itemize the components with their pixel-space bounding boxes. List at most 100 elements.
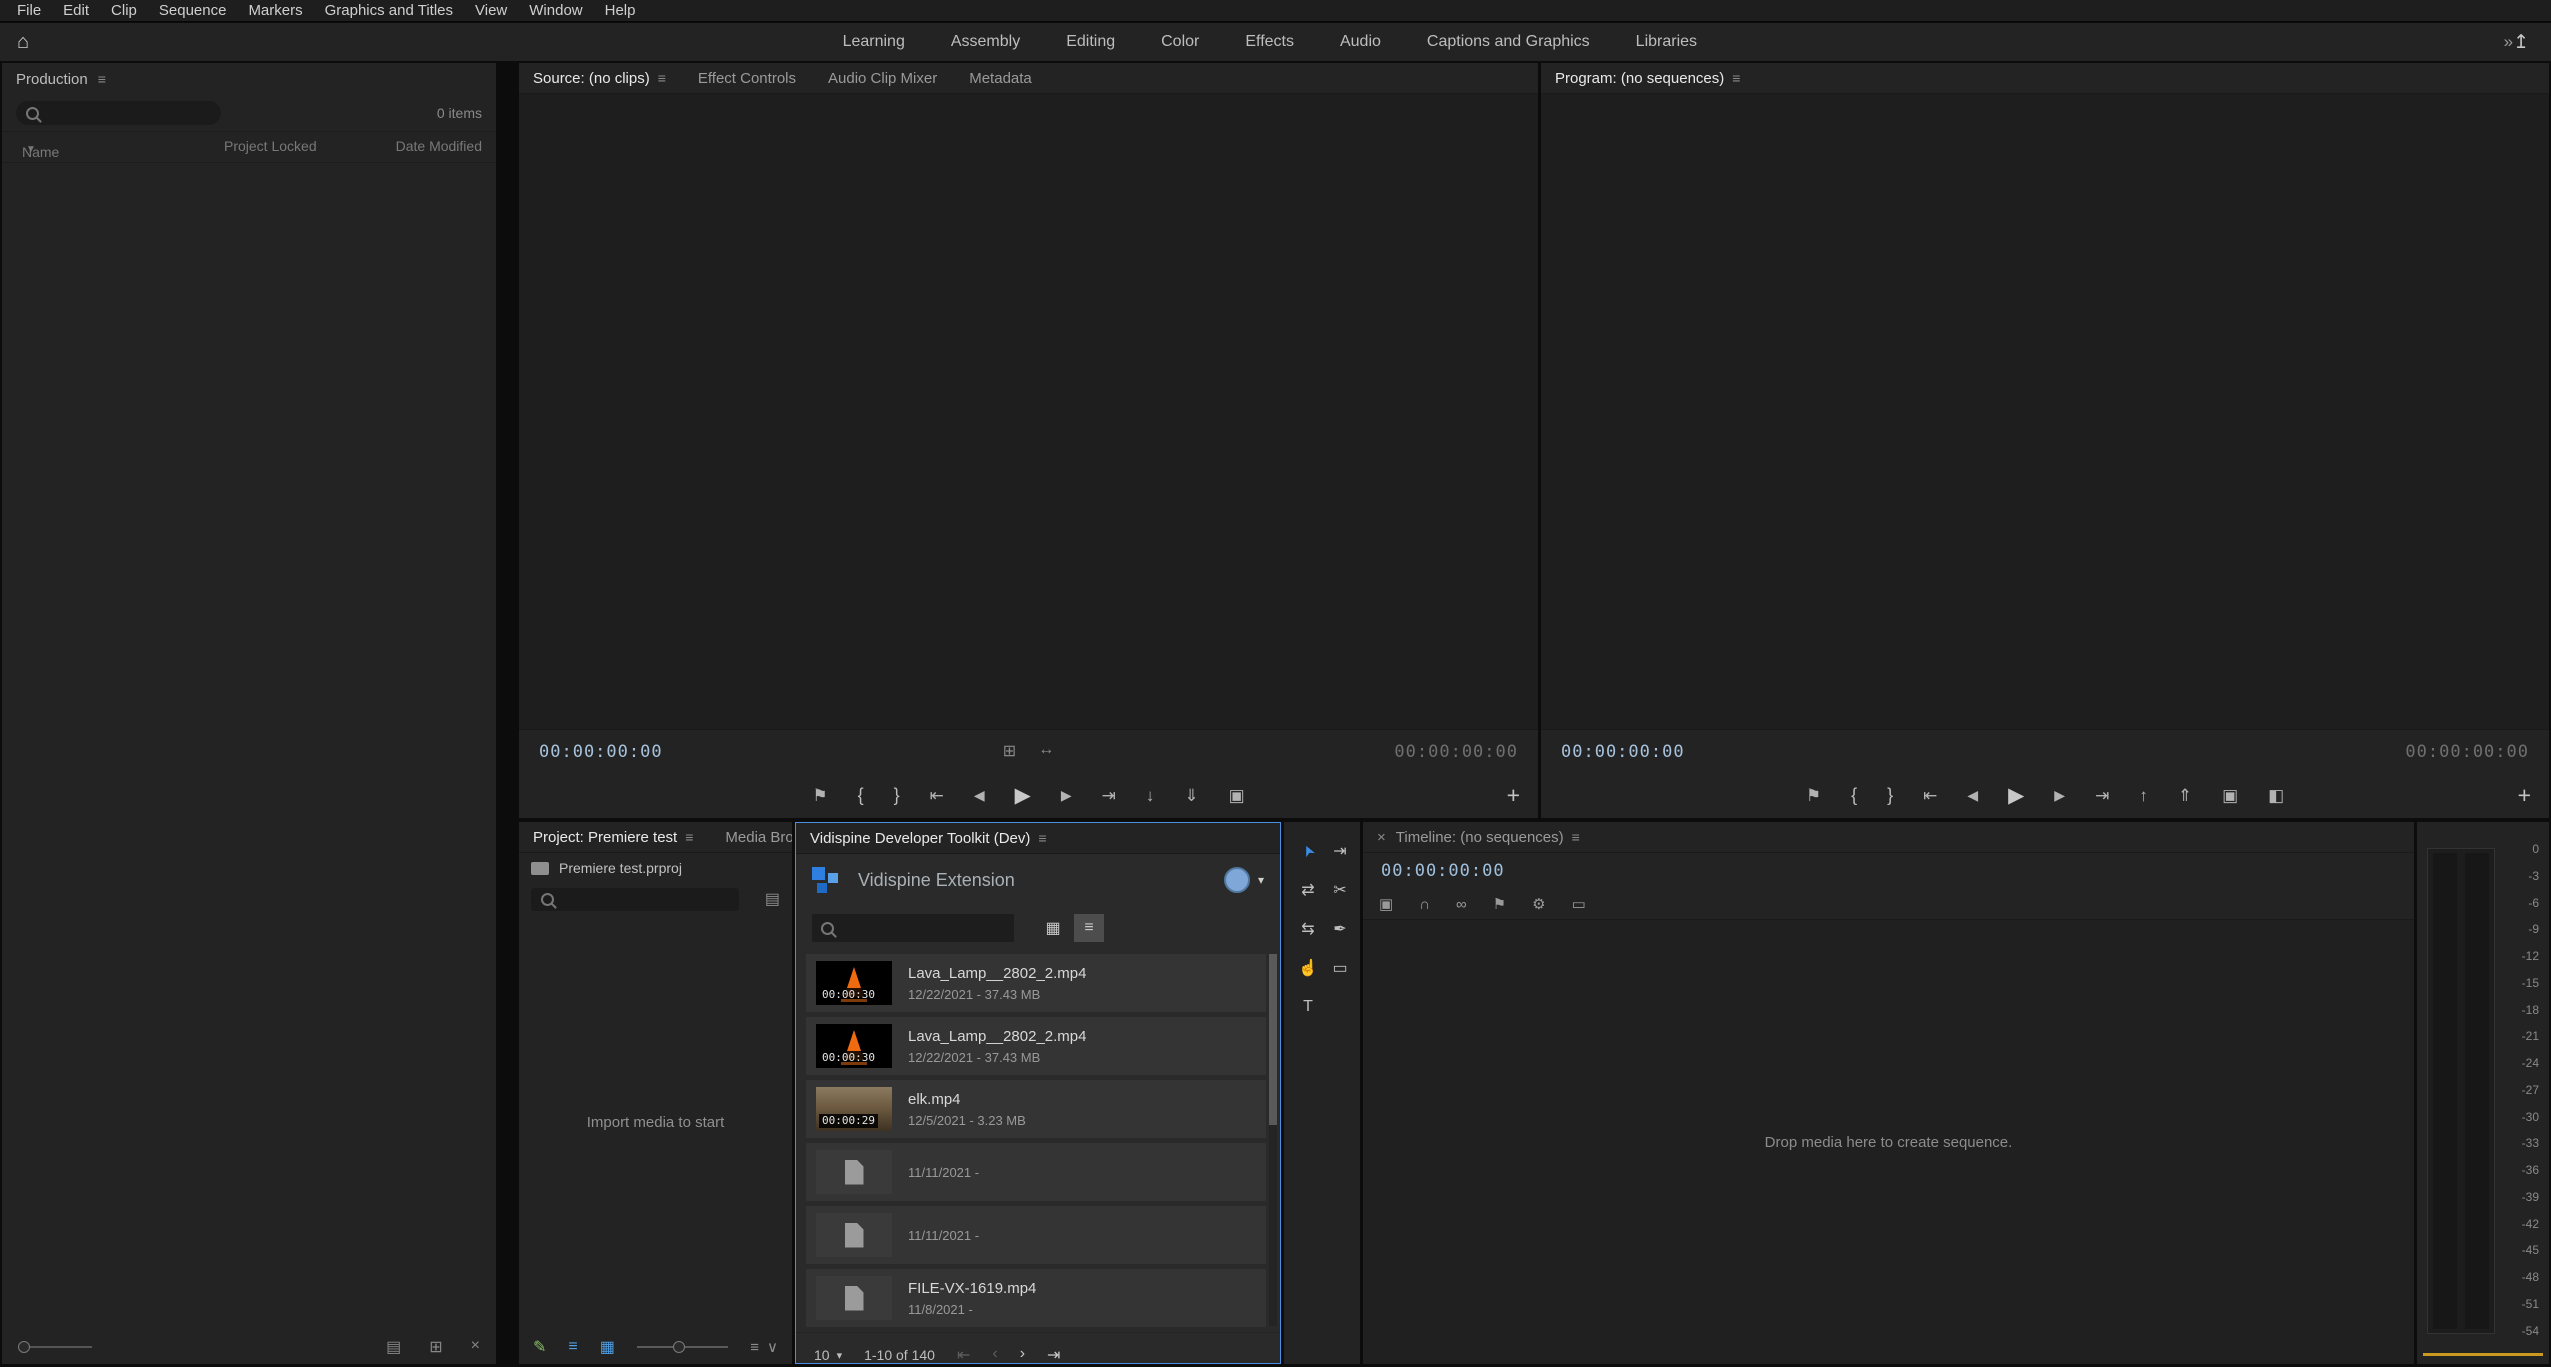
media-list-item[interactable]: 00:00:29 elk.mp4 12/5/2021 - 3.23 MB bbox=[806, 1080, 1266, 1138]
thumbnail-zoom-slider[interactable] bbox=[637, 1346, 728, 1348]
workspace-tab[interactable]: Audio bbox=[1340, 33, 1381, 51]
slip-tool[interactable]: ⇆ bbox=[1294, 918, 1322, 940]
media-list-item[interactable]: 00:00:30 Lava_Lamp__2802_2.mp4 12/22/202… bbox=[806, 954, 1266, 1012]
close-icon[interactable]: × bbox=[1377, 829, 1386, 846]
timeline-timecode[interactable]: 00:00:00:00 bbox=[1381, 861, 1505, 881]
menu-item[interactable]: Window bbox=[518, 0, 593, 22]
icon-view-icon[interactable]: ▦ bbox=[600, 1337, 615, 1357]
go-to-out-icon[interactable]: ⇥ bbox=[1102, 787, 1116, 804]
account-menu[interactable]: ▾ bbox=[1224, 867, 1264, 893]
menu-item[interactable]: Edit bbox=[52, 0, 100, 22]
home-icon[interactable]: ⌂ bbox=[0, 31, 46, 54]
rectangle-tool[interactable]: ▭ bbox=[1326, 957, 1354, 979]
nest-toggle-icon[interactable]: ▣ bbox=[1379, 895, 1393, 913]
tab-project[interactable]: Project: Premiere test bbox=[533, 829, 677, 846]
menu-item[interactable]: Markers bbox=[237, 0, 313, 22]
mark-in-icon[interactable]: { bbox=[1851, 786, 1857, 804]
add-marker-icon[interactable]: ⚑ bbox=[812, 787, 827, 804]
overwrite-icon[interactable]: ⇓ bbox=[1184, 787, 1198, 804]
add-marker-icon[interactable]: ⚑ bbox=[1806, 787, 1821, 804]
menu-item[interactable]: View bbox=[464, 0, 518, 22]
tab-media-browser[interactable]: Media Browser bbox=[725, 829, 792, 846]
source-settings-icon[interactable]: ⊞ bbox=[1003, 741, 1016, 761]
sort-control[interactable]: ≡ ∨ bbox=[750, 1338, 778, 1356]
new-item-icon[interactable]: ⊞ bbox=[429, 1337, 442, 1357]
column-date-modified[interactable]: Date Modified bbox=[396, 138, 482, 154]
media-list-item[interactable]: FILE-VX-1619.mp4 11/8/2021 - bbox=[806, 1269, 1266, 1327]
media-list-item[interactable]: 11/11/2021 - bbox=[806, 1143, 1266, 1201]
mark-out-icon[interactable]: } bbox=[1887, 786, 1893, 804]
go-to-out-icon[interactable]: ⇥ bbox=[2095, 787, 2109, 804]
play-button[interactable]: ▶ bbox=[1015, 785, 1031, 806]
pen-tool[interactable]: ✒ bbox=[1326, 918, 1354, 940]
next-page-icon[interactable]: › bbox=[1020, 1345, 1025, 1364]
type-tool[interactable]: T bbox=[1294, 996, 1322, 1018]
timeline-settings-wrench-icon[interactable]: ⚙ bbox=[1532, 895, 1545, 913]
menu-item[interactable]: Graphics and Titles bbox=[314, 0, 464, 22]
production-zoom-slider[interactable] bbox=[18, 1341, 92, 1353]
workspace-tab[interactable]: Editing bbox=[1066, 33, 1115, 51]
play-button[interactable]: ▶ bbox=[2008, 785, 2024, 806]
list-scrollbar[interactable] bbox=[1269, 954, 1277, 1326]
workspace-tab[interactable]: Effects bbox=[1245, 33, 1294, 51]
track-select-forward-tool[interactable]: ⇥ bbox=[1326, 840, 1354, 862]
export-frame-icon[interactable]: ▣ bbox=[2222, 787, 2238, 804]
tab-effect-controls[interactable]: Effect Controls bbox=[698, 70, 796, 87]
program-timecode[interactable]: 00:00:00:00 bbox=[1561, 742, 1685, 762]
writable-toggle-icon[interactable]: ✎ bbox=[533, 1337, 546, 1357]
first-page-icon[interactable]: ⇤ bbox=[957, 1345, 970, 1364]
ripple-edit-tool[interactable]: ⇄ bbox=[1294, 879, 1322, 901]
go-to-in-icon[interactable]: ⇤ bbox=[1923, 787, 1937, 804]
insert-icon[interactable]: ↓ bbox=[1146, 787, 1155, 804]
tab-timeline[interactable]: Timeline: (no sequences) bbox=[1396, 829, 1564, 846]
panel-menu-icon[interactable]: ≡ bbox=[1038, 830, 1046, 846]
captions-icon[interactable]: ▭ bbox=[1572, 895, 1586, 913]
workspace-tab[interactable]: Captions and Graphics bbox=[1427, 33, 1590, 51]
hand-tool[interactable]: ☝ bbox=[1294, 957, 1322, 979]
comparison-view-icon[interactable]: ◧ bbox=[2268, 787, 2284, 804]
production-search-input[interactable] bbox=[47, 104, 211, 122]
button-editor-icon[interactable]: + bbox=[2518, 782, 2531, 809]
step-back-icon[interactable]: ◀ bbox=[1967, 788, 1978, 802]
vidispine-search-input[interactable] bbox=[842, 919, 1005, 937]
export-frame-icon[interactable]: ▣ bbox=[1229, 787, 1245, 804]
workspace-tab[interactable]: Libraries bbox=[1636, 33, 1697, 51]
button-editor-icon[interactable]: + bbox=[1507, 782, 1520, 809]
list-view-icon[interactable]: ≡ bbox=[1074, 914, 1104, 942]
source-timecode[interactable]: 00:00:00:00 bbox=[539, 742, 663, 762]
mark-out-icon[interactable]: } bbox=[894, 786, 900, 804]
lift-icon[interactable]: ↑ bbox=[2139, 787, 2148, 804]
selection-tool[interactable]: ➤ bbox=[1294, 840, 1322, 862]
razor-tool[interactable]: ✂ bbox=[1326, 879, 1354, 901]
media-list-item[interactable]: 11/11/2021 - bbox=[806, 1206, 1266, 1264]
prev-page-icon[interactable]: ‹ bbox=[992, 1345, 997, 1364]
delete-icon[interactable]: × bbox=[471, 1337, 480, 1357]
zoom-knob[interactable] bbox=[673, 1341, 685, 1353]
panel-menu-icon[interactable]: ≡ bbox=[1732, 70, 1740, 86]
menu-item[interactable]: Help bbox=[594, 0, 647, 22]
panel-menu-icon[interactable]: ≡ bbox=[98, 71, 106, 87]
workspace-tab[interactable]: Color bbox=[1161, 33, 1199, 51]
source-fit-icon[interactable]: ↔ bbox=[1038, 741, 1054, 761]
step-forward-icon[interactable]: ▶ bbox=[1061, 788, 1072, 802]
step-back-icon[interactable]: ◀ bbox=[974, 788, 985, 802]
tab-source[interactable]: Source: (no clips) bbox=[533, 70, 650, 87]
quick-export-icon[interactable]: ↥ bbox=[2513, 31, 2529, 54]
menu-item[interactable]: Sequence bbox=[148, 0, 238, 22]
add-marker-icon[interactable]: ⚑ bbox=[1493, 895, 1506, 913]
linked-selection-icon[interactable]: ∞ bbox=[1456, 896, 1467, 913]
list-view-icon[interactable]: ≡ bbox=[568, 1338, 577, 1356]
tab-audio-clip-mixer[interactable]: Audio Clip Mixer bbox=[828, 70, 937, 87]
go-to-in-icon[interactable]: ⇤ bbox=[930, 787, 944, 804]
tab-vidispine[interactable]: Vidispine Developer Toolkit (Dev) bbox=[810, 830, 1030, 847]
search-bin-icon[interactable]: ▤ bbox=[765, 889, 780, 909]
project-search-input[interactable] bbox=[562, 890, 729, 908]
mark-in-icon[interactable]: { bbox=[858, 786, 864, 804]
workspace-tab[interactable]: Learning bbox=[843, 33, 905, 51]
timeline-drop-area[interactable]: Drop media here to create sequence. bbox=[1363, 919, 2414, 1364]
panel-menu-icon[interactable]: ≡ bbox=[1572, 829, 1580, 845]
panel-menu-icon[interactable]: ≡ bbox=[685, 829, 693, 845]
menu-item[interactable]: File bbox=[6, 0, 52, 22]
new-bin-icon[interactable]: ▤ bbox=[386, 1337, 401, 1357]
media-list-item[interactable]: 00:00:30 Lava_Lamp__2802_2.mp4 12/22/202… bbox=[806, 1017, 1266, 1075]
